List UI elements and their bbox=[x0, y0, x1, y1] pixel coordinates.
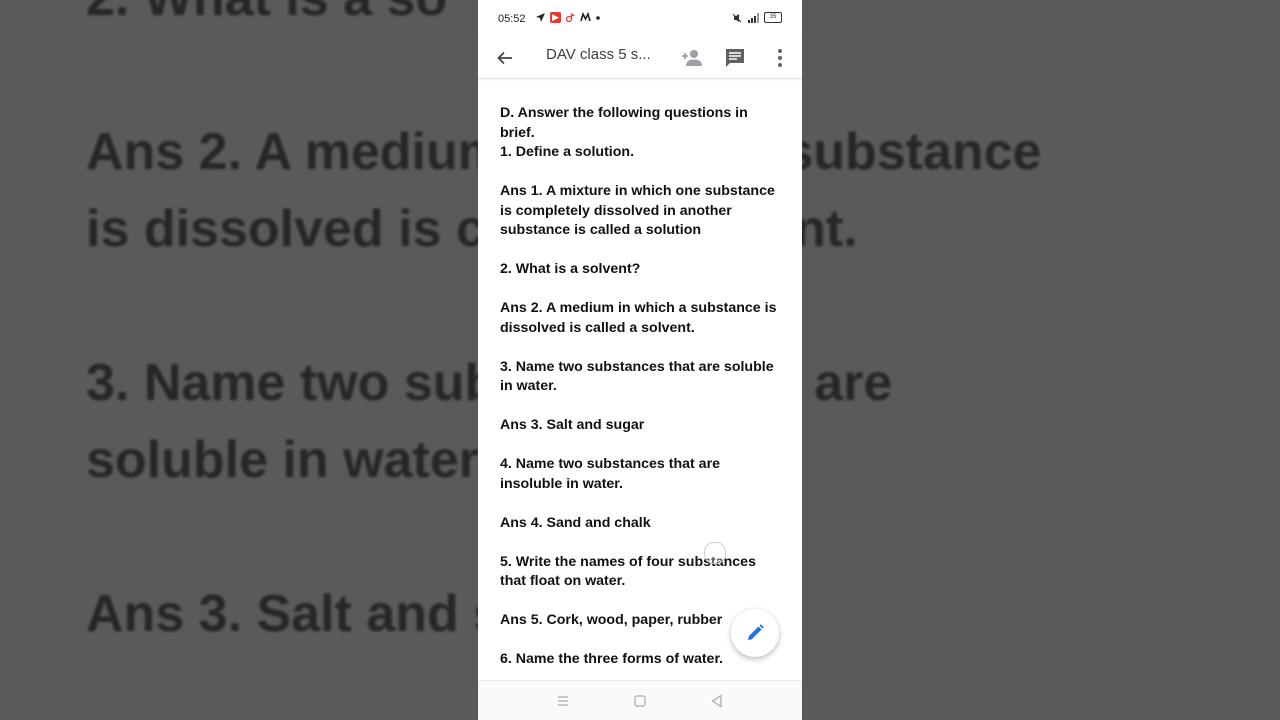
nav-back-button[interactable] bbox=[709, 693, 725, 709]
document-paragraph: 2. What is a solvent? bbox=[500, 261, 641, 277]
arrow-back-icon bbox=[497, 51, 512, 65]
document-paragraph: D. Answer the following questions in bri… bbox=[500, 105, 748, 141]
youtube-icon: ▶ bbox=[550, 12, 561, 23]
home-button[interactable] bbox=[632, 693, 648, 709]
battery-icon: 35 bbox=[764, 12, 782, 23]
system-nav-bar bbox=[478, 680, 802, 720]
notification-icons: ▶ bbox=[535, 12, 601, 23]
comment-icon bbox=[726, 49, 744, 67]
more-options-button[interactable] bbox=[766, 43, 794, 73]
document-title[interactable]: DAV class 5 s... bbox=[546, 46, 658, 64]
phone-screen: 05:52 ▶ 35 DAV class 5 s... D. Answer th… bbox=[478, 0, 802, 720]
document-paragraph: 1. Define a solution. bbox=[500, 144, 635, 160]
back-button[interactable] bbox=[492, 44, 518, 72]
document-paragraph: Ans 2. A medium in which a substance is … bbox=[500, 300, 777, 336]
document-paragraph: 5. Write the names of four substances th… bbox=[500, 553, 756, 590]
square-icon bbox=[634, 695, 646, 707]
navigation-icon bbox=[536, 13, 545, 22]
menu-lines-icon bbox=[558, 696, 568, 706]
document-paragraph: 3. Name two substances that are soluble … bbox=[500, 358, 774, 395]
status-bar: 05:52 ▶ 35 bbox=[478, 0, 802, 38]
tiktok-icon bbox=[565, 13, 575, 23]
m-icon bbox=[580, 12, 591, 22]
document-paragraph: Ans 3. Salt and sugar bbox=[500, 417, 645, 433]
document-paragraph: Ans 4. Sand and chalk bbox=[500, 514, 651, 531]
document-paragraph: Ans 1. A mixture in which one substance … bbox=[500, 183, 775, 238]
app-bar: DAV class 5 s... bbox=[478, 38, 802, 79]
document-paragraph: 6. Name the three forms of water. bbox=[500, 651, 724, 667]
document-body[interactable]: D. Answer the following questions in bri… bbox=[500, 104, 782, 680]
signal-icon bbox=[748, 12, 759, 23]
triangle-back-icon bbox=[711, 694, 722, 708]
more-vert-icon bbox=[778, 49, 782, 67]
edit-pencil-icon bbox=[748, 624, 764, 640]
edit-fab-button[interactable] bbox=[731, 609, 779, 657]
status-time: 05:52 bbox=[498, 13, 526, 25]
recents-button[interactable] bbox=[555, 693, 571, 709]
dot-icon bbox=[596, 16, 600, 20]
document-paragraph: 4. Name two substances that are insolubl… bbox=[500, 456, 720, 492]
touch-indicator bbox=[704, 542, 726, 564]
share-button[interactable] bbox=[680, 43, 708, 73]
person-add-icon bbox=[682, 50, 702, 66]
system-status-icons: 35 bbox=[732, 12, 782, 23]
comments-button[interactable] bbox=[724, 43, 752, 73]
mute-icon bbox=[732, 13, 742, 22]
